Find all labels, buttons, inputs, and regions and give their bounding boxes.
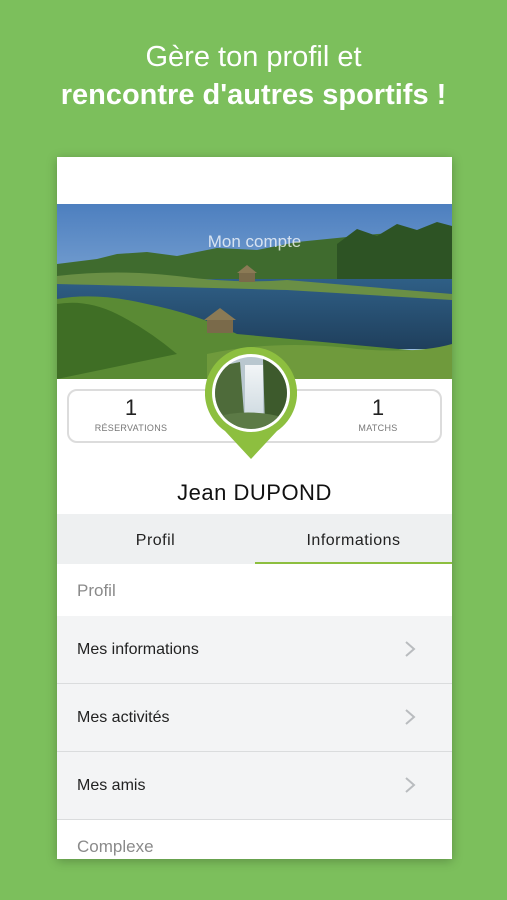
screen-title: Mon compte <box>207 232 302 251</box>
tab-profil[interactable]: Profil <box>57 514 254 564</box>
section-header-complexe: Complexe <box>57 822 452 859</box>
menu-item-label: Mes activités <box>77 709 170 726</box>
menu-item-label: Mes informations <box>77 641 199 658</box>
menu-item-mes-amis[interactable]: Mes amis <box>57 752 452 820</box>
phone-screen: Mon compte 1 RÉSERVATIONS 1 MATCHS Jean … <box>57 157 452 859</box>
user-name: Jean DUPOND <box>177 480 332 505</box>
tab-informations[interactable]: Informations <box>255 514 452 564</box>
menu-item-mes-activites[interactable]: Mes activités <box>57 684 452 752</box>
reservations-label: RÉSERVATIONS <box>94 423 168 433</box>
chevron-right-icon <box>405 709 416 725</box>
promo-headline: Gère ton profil et rencontre d'autres sp… <box>0 38 507 114</box>
chevron-right-icon <box>405 641 416 657</box>
matchs-count: 1 <box>371 395 385 420</box>
matchs-label: MATCHS <box>358 423 398 433</box>
menu-item-label: Mes amis <box>77 777 146 794</box>
headline-line-2: rencontre d'autres sportifs ! <box>60 79 447 111</box>
headline-line-1: Gère ton profil et <box>145 41 362 73</box>
status-bar <box>57 157 452 204</box>
reservations-count: 1 <box>124 395 138 420</box>
menu-item-mes-informations[interactable]: Mes informations <box>57 616 452 684</box>
stat-matchs[interactable]: 1 MATCHS <box>318 395 438 433</box>
avatar[interactable] <box>204 346 298 462</box>
tab-bar: Profil Informations <box>57 514 452 564</box>
section-header-profil: Profil <box>57 566 452 616</box>
chevron-right-icon <box>405 777 416 793</box>
stat-reservations[interactable]: 1 RÉSERVATIONS <box>71 395 191 433</box>
